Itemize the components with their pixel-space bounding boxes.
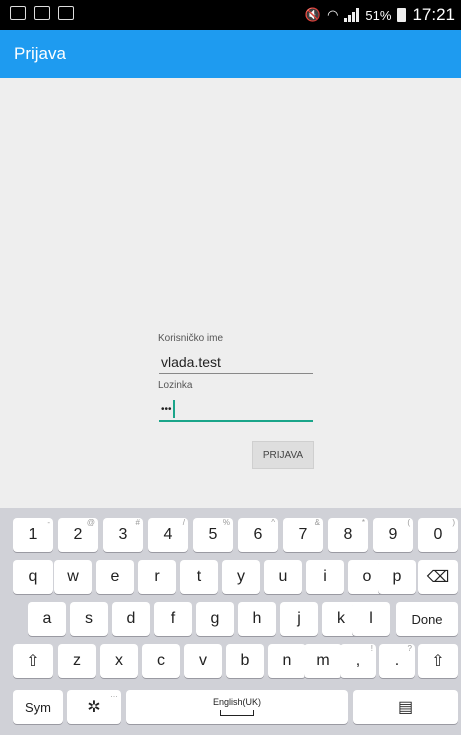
status-bar: 🔇 ◠ 51% 17:21 — [0, 0, 461, 30]
key-v[interactable]: v — [184, 644, 222, 678]
clipboard-check-icon — [58, 6, 74, 20]
soft-keyboard: 1- 2 @ 3 # 4/ 5% 6 ^ 7 & 8 * 9( 0) q w e r t … — [0, 508, 461, 735]
password-label: Lozinka — [158, 380, 193, 391]
login-button[interactable]: PRIJAVA — [252, 441, 314, 469]
key-t[interactable]: t — [180, 560, 218, 594]
wifi-icon: ◠ — [327, 7, 339, 22]
key-f[interactable]: f — [154, 602, 192, 636]
battery-icon — [397, 8, 407, 22]
key-u[interactable]: u — [264, 560, 302, 594]
password-value: ••• — [161, 404, 172, 415]
key-j[interactable]: j — [280, 602, 318, 636]
key-3[interactable]: 3 # — [103, 518, 143, 552]
settings-key[interactable]: ✲ … — [67, 690, 121, 724]
username-value: vlada.test — [161, 354, 221, 370]
clipboard-icon: ▤ — [397, 699, 414, 716]
backspace-key[interactable]: ⌫ — [418, 560, 458, 594]
key-2[interactable]: 2 @ — [58, 518, 98, 552]
text-cursor — [173, 400, 175, 418]
key-a[interactable]: a — [28, 602, 66, 636]
key-m[interactable]: m — [304, 644, 342, 678]
key-h[interactable]: h — [238, 602, 276, 636]
status-right: 🔇 ◠ 51% 17:21 — [305, 5, 455, 25]
key-c[interactable]: c — [142, 644, 180, 678]
signal-icon — [344, 8, 360, 22]
key-s[interactable]: s — [70, 602, 108, 636]
key-b[interactable]: b — [226, 644, 264, 678]
login-content — [0, 78, 461, 508]
key-q[interactable]: q — [13, 560, 53, 594]
key-1[interactable]: 1- — [13, 518, 53, 552]
app-bar: Prijava — [0, 30, 461, 78]
clipboard-key[interactable]: ▤ — [353, 690, 458, 724]
notification-icons — [10, 6, 74, 20]
battery-percent: 51% — [365, 7, 392, 23]
key-6[interactable]: 6 ^ — [238, 518, 278, 552]
key-x[interactable]: x — [100, 644, 138, 678]
key-y[interactable]: y — [222, 560, 260, 594]
key-4[interactable]: 4/ — [148, 518, 188, 552]
key-9[interactable]: 9( — [373, 518, 413, 552]
space-key[interactable]: English(UK) — [126, 690, 348, 724]
username-field[interactable]: vlada.test — [159, 353, 313, 374]
key-0[interactable]: 0) — [418, 518, 458, 552]
key-p[interactable]: p — [378, 560, 416, 594]
key-l[interactable]: l — [352, 602, 390, 636]
key-r[interactable]: r — [138, 560, 176, 594]
gear-icon: ✲ — [87, 699, 101, 716]
key-comma[interactable]: ,! — [340, 644, 376, 678]
key-8[interactable]: 8 * — [328, 518, 368, 552]
username-label: Korisničko ime — [158, 333, 224, 344]
key-i[interactable]: i — [306, 560, 344, 594]
key-7[interactable]: 7 & — [283, 518, 323, 552]
clock: 17:21 — [412, 5, 455, 24]
key-w[interactable]: w — [54, 560, 92, 594]
key-n[interactable]: n — [268, 644, 306, 678]
key-d[interactable]: d — [112, 602, 150, 636]
shift-right-key[interactable]: ⇧ — [418, 644, 458, 678]
mail-icon — [34, 6, 50, 20]
shift-left-key[interactable]: ⇧ — [13, 644, 53, 678]
screenshot-icon — [10, 6, 26, 20]
app-title: Prijava — [14, 44, 66, 63]
key-e[interactable]: e — [96, 560, 134, 594]
sym-key[interactable]: Sym — [13, 690, 63, 724]
key-period[interactable]: .? — [379, 644, 415, 678]
key-5[interactable]: 5% — [193, 518, 233, 552]
mute-icon: 🔇 — [304, 7, 322, 22]
key-g[interactable]: g — [196, 602, 234, 636]
password-field[interactable]: ••• — [159, 400, 313, 422]
key-z[interactable]: z — [58, 644, 96, 678]
done-key[interactable]: Done — [396, 602, 458, 636]
